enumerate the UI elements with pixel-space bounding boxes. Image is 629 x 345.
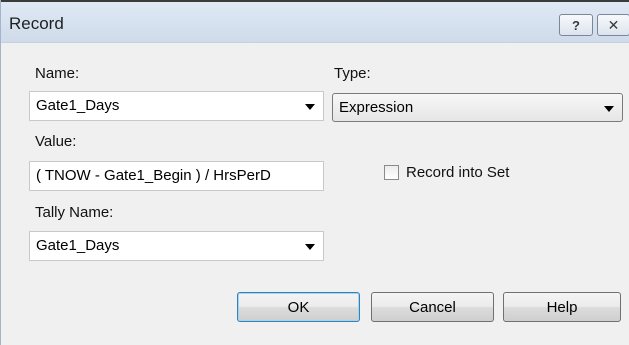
chevron-down-icon[interactable] (305, 104, 315, 110)
name-label: Name: (35, 65, 80, 82)
value-text: ( TNOW - Gate1_Begin ) / HrsPerD (36, 167, 271, 184)
ok-button[interactable]: OK (237, 292, 360, 322)
titlebar-help-button[interactable]: ? (559, 14, 593, 36)
title-bar[interactable]: Record ? ✕ (1, 2, 629, 43)
question-mark-icon: ? (572, 17, 580, 33)
tally-name-value: Gate1_Days (36, 237, 120, 254)
type-value: Expression (339, 99, 414, 116)
chevron-down-icon[interactable] (305, 244, 315, 250)
value-input[interactable]: ( TNOW - Gate1_Begin ) / HrsPerD (29, 161, 324, 191)
chevron-down-icon[interactable] (604, 106, 614, 112)
name-value: Gate1_Days (36, 97, 120, 114)
close-icon: ✕ (607, 16, 620, 33)
help-button[interactable]: Help (503, 292, 621, 322)
record-into-set-label[interactable]: Record into Set (406, 164, 509, 181)
tally-name-combobox[interactable]: Gate1_Days (29, 231, 324, 261)
value-label: Value: (35, 133, 77, 150)
titlebar-close-button[interactable]: ✕ (597, 14, 629, 36)
type-dropdown[interactable]: Expression (332, 93, 623, 122)
cancel-button[interactable]: Cancel (371, 292, 494, 322)
dialog-title: Record (9, 14, 64, 33)
type-label: Type: (334, 65, 371, 82)
tally-name-label: Tally Name: (35, 204, 114, 221)
record-into-set-checkbox[interactable] (384, 165, 399, 180)
name-combobox[interactable]: Gate1_Days (29, 91, 324, 121)
record-dialog: Record ? ✕ Name: Gate1_Days Type: Expres… (0, 0, 629, 345)
